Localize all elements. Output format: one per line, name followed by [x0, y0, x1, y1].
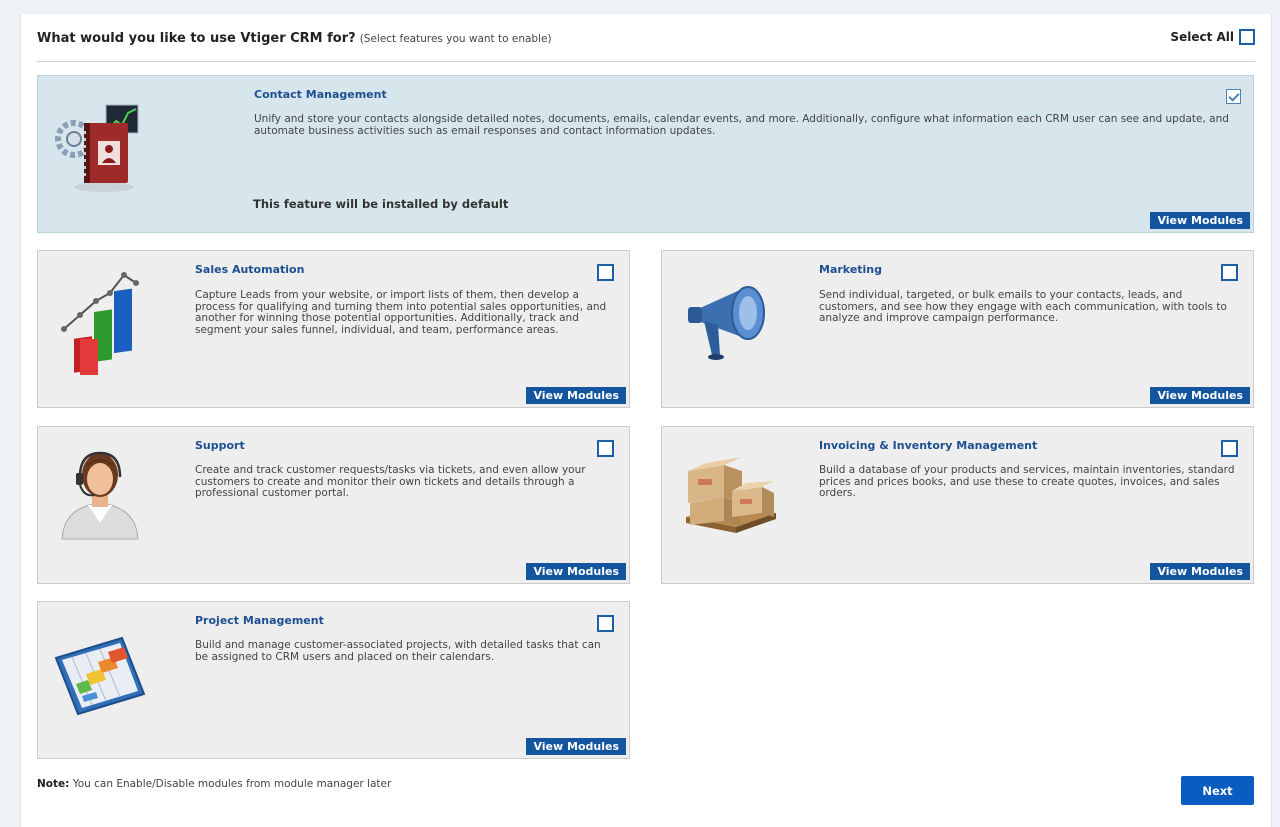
default-install-note: This feature will be installed by defaul…: [253, 197, 509, 211]
next-button[interactable]: Next: [1181, 776, 1254, 805]
megaphone-icon: [682, 275, 778, 369]
feature-card-support: Support Create and track customer reques…: [37, 426, 630, 584]
feature-description: Create and track customer requests/tasks…: [195, 464, 586, 499]
bar-chart-icon: [58, 269, 148, 381]
feature-description: Build a database of your products and se…: [819, 464, 1235, 499]
view-modules-button[interactable]: View Modules: [526, 387, 626, 404]
feature-title: Sales Automation: [195, 263, 305, 276]
feature-card-project-management: Project Management Build and manage cust…: [37, 601, 630, 759]
feature-title: Contact Management: [254, 88, 387, 101]
view-modules-button[interactable]: View Modules: [526, 563, 626, 580]
feature-title: Project Management: [195, 614, 324, 627]
feature-description: Build and manage customer-associated pro…: [195, 639, 601, 663]
feature-checkbox[interactable]: [1221, 264, 1238, 281]
select-all[interactable]: Select All: [1170, 29, 1255, 45]
feature-card-invoicing-inventory: Invoicing & Inventory Management Build a…: [661, 426, 1254, 584]
page-subtitle: (Select features you want to enable): [359, 33, 552, 45]
feature-card-marketing: Marketing Send individual, targeted, or …: [661, 250, 1254, 408]
view-modules-button[interactable]: View Modules: [526, 738, 626, 755]
feature-description: Send individual, targeted, or bulk email…: [819, 289, 1227, 324]
feature-description: Unify and store your contacts alongside …: [254, 113, 1229, 137]
view-modules-button[interactable]: View Modules: [1150, 387, 1250, 404]
contact-book-icon: [54, 101, 142, 197]
page-title: What would you like to use Vtiger CRM fo…: [37, 31, 552, 46]
gantt-chart-icon: [52, 628, 152, 724]
footer-note-label: Note:: [37, 778, 70, 790]
feature-description: Capture Leads from your website, or impo…: [195, 289, 607, 336]
feature-title: Invoicing & Inventory Management: [819, 439, 1038, 452]
feature-title: Support: [195, 439, 245, 452]
footer-note-text: You can Enable/Disable modules from modu…: [72, 778, 392, 790]
boxes-pallet-icon: [680, 451, 780, 539]
feature-checkbox[interactable]: [1221, 440, 1238, 457]
select-all-checkbox[interactable]: [1239, 29, 1255, 45]
feature-checkbox[interactable]: [597, 440, 614, 457]
feature-checkbox[interactable]: [1226, 89, 1241, 104]
header-divider: [37, 61, 1255, 62]
footer-note: Note: You can Enable/Disable modules fro…: [37, 778, 391, 790]
feature-checkbox[interactable]: [597, 264, 614, 281]
feature-card-sales-automation: Sales Automation Capture Leads from your…: [37, 250, 630, 408]
feature-card-contact-management: Contact Management Unify and store your …: [37, 75, 1254, 233]
select-all-label: Select All: [1170, 30, 1234, 44]
feature-checkbox[interactable]: [597, 615, 614, 632]
support-agent-icon: [56, 443, 144, 545]
feature-title: Marketing: [819, 263, 883, 276]
view-modules-button[interactable]: View Modules: [1150, 563, 1250, 580]
view-modules-button[interactable]: View Modules: [1150, 212, 1250, 229]
page-header: What would you like to use Vtiger CRM fo…: [37, 29, 1255, 59]
